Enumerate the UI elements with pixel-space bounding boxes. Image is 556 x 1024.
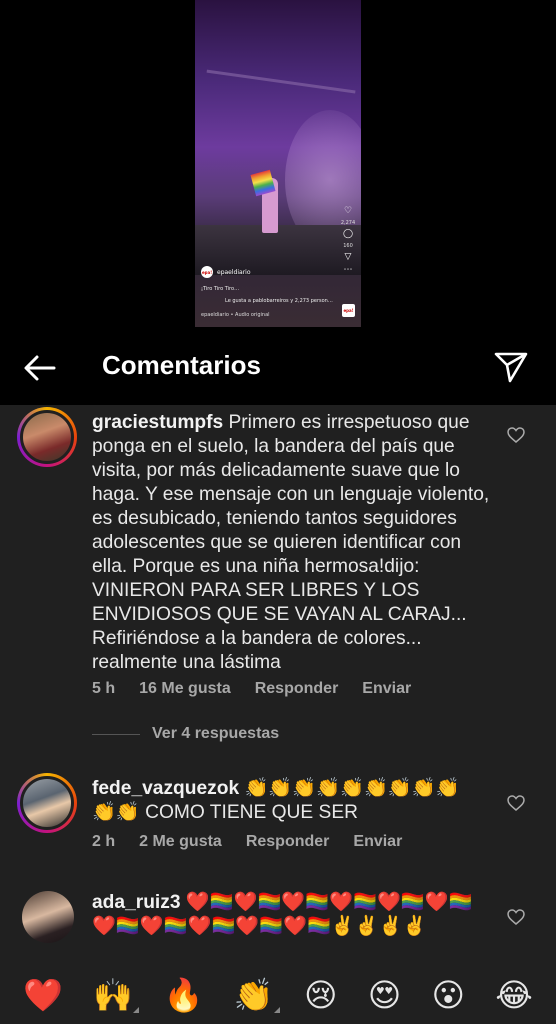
skin-tone-indicator-icon <box>133 1006 140 1013</box>
comment-username[interactable]: graciestumpfs <box>92 412 223 433</box>
avatar[interactable] <box>22 891 74 943</box>
video-audio-badge[interactable]: epa! <box>342 304 355 317</box>
comment-username[interactable]: ada_ruiz3 <box>92 892 181 913</box>
comment-meta: 2 h 2 Me gusta Responder Enviar <box>92 833 426 851</box>
stage-lighting-rig <box>204 69 356 109</box>
comment-time: 2 h <box>92 833 116 850</box>
skin-tone-indicator-icon <box>273 1006 280 1013</box>
red-heart-emoji[interactable]: ❤️ <box>23 975 63 1015</box>
video-account[interactable]: epa! epaeldiario <box>201 266 251 278</box>
like-heart-icon[interactable] <box>506 793 526 813</box>
comment-body: Primero es irrespetuoso que ponga en el … <box>92 412 490 673</box>
avatar-image <box>20 776 74 830</box>
video-audio[interactable]: epaeldiario • Audio original <box>201 312 270 318</box>
comment-text: fede_vazquezok 👏👏👏👏👏👏👏👏👏👏👏 COMO TIENE QU… <box>92 777 482 825</box>
video-account-name: epaeldiario <box>217 268 251 276</box>
video-more-icon[interactable]: ⋯ <box>344 265 353 276</box>
clapping-hands-emoji[interactable]: 👏 <box>233 975 280 1015</box>
crying-face-emoji[interactable]: 😢 <box>304 975 337 1015</box>
comment-text: graciestumpfs Primero es irrespetuoso qu… <box>92 411 492 675</box>
comment-meta: 5 h 16 Me gusta Responder Enviar <box>92 680 435 698</box>
video-preview-area: ♡ 2,274 ◯ 160 ▽ ⋯ epa! epaeldiario ¡Tiro… <box>0 0 556 330</box>
comments-header: Comentarios <box>0 330 556 405</box>
replies-divider <box>92 733 140 735</box>
back-arrow-icon[interactable] <box>22 350 58 386</box>
video-share-icon[interactable]: ▽ <box>345 252 352 263</box>
comments-list: graciestumpfs Primero es irrespetuoso qu… <box>0 405 556 965</box>
send-button[interactable]: Enviar <box>353 833 402 851</box>
video-liked-by: Le gusta a pablobarreiros y 2,273 person… <box>225 298 333 304</box>
video-caption: ¡Tiro Tiro Tiro… <box>201 286 240 292</box>
emoji-reaction-bar: ❤️ 🙌 🔥 👏 😢 😍 😮 😂 <box>0 965 556 1024</box>
raised-hands-glyph: 🙌 <box>93 975 134 1014</box>
video-like-count: 2,274 <box>340 220 356 226</box>
comment-likes[interactable]: 2 Me gusta <box>139 833 222 851</box>
avatar[interactable] <box>17 407 77 467</box>
video-heart-icon[interactable]: ♡ <box>344 206 352 217</box>
send-icon[interactable] <box>492 348 530 386</box>
surprised-face-emoji[interactable]: 😮 <box>432 975 465 1015</box>
heart-eyes-emoji[interactable]: 😍 <box>368 975 401 1015</box>
reply-button[interactable]: Responder <box>246 833 330 851</box>
avatar-image <box>22 891 74 943</box>
comment-text: ada_ruiz3 ❤️🏳️‍🌈❤️🏳️‍🌈❤️🏳️‍🌈❤️🏳️‍🌈❤️🏳️‍🌈… <box>92 891 487 939</box>
video-thumbnail[interactable]: ♡ 2,274 ◯ 160 ▽ ⋯ epa! epaeldiario ¡Tiro… <box>195 0 361 327</box>
page-title: Comentarios <box>102 350 261 380</box>
avatar-image <box>20 410 74 464</box>
comment-username[interactable]: fede_vazquezok <box>92 778 239 799</box>
avatar[interactable] <box>17 773 77 833</box>
send-button[interactable]: Enviar <box>362 680 411 698</box>
like-heart-icon[interactable] <box>506 907 526 927</box>
like-heart-icon[interactable] <box>506 425 526 445</box>
video-account-avatar: epa! <box>201 266 213 278</box>
video-comment-count: 160 <box>343 243 353 249</box>
view-replies-label: Ver 4 respuestas <box>152 725 280 742</box>
view-replies[interactable]: Ver 4 respuestas <box>92 725 279 743</box>
comment-likes[interactable]: 16 Me gusta <box>139 680 231 698</box>
video-action-column: ♡ 2,274 ◯ 160 ▽ ⋯ <box>341 206 355 276</box>
raised-hands-emoji[interactable]: 🙌 <box>93 975 140 1015</box>
fire-emoji[interactable]: 🔥 <box>164 975 204 1015</box>
reply-button[interactable]: Responder <box>255 680 339 698</box>
video-comment-icon[interactable]: ◯ <box>343 229 353 240</box>
comment-time: 5 h <box>92 680 116 697</box>
tears-of-joy-emoji[interactable]: 😂 <box>495 975 532 1015</box>
clapping-hands-glyph: 👏 <box>233 975 274 1014</box>
